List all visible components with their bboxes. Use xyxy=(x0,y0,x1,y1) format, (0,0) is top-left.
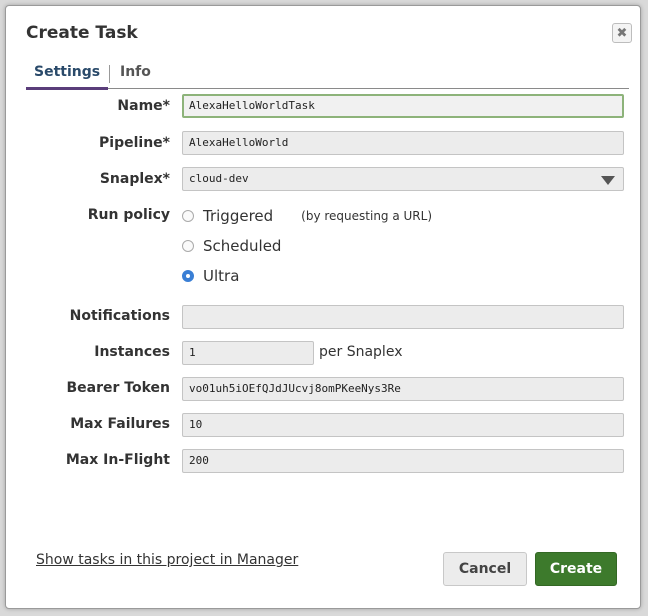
bearer-token-label: Bearer Token xyxy=(66,380,171,396)
max-failures-label: Max Failures xyxy=(70,416,170,432)
tab-divider xyxy=(109,65,110,83)
create-button[interactable]: Create xyxy=(535,552,617,586)
tab-info[interactable]: Info xyxy=(120,64,151,80)
max-failures-input[interactable]: 10 xyxy=(182,413,624,437)
pipeline-label: Pipeline* xyxy=(99,135,170,151)
radio-triggered[interactable] xyxy=(182,210,194,222)
show-tasks-in-manager-link[interactable]: Show tasks in this project in Manager xyxy=(36,552,298,568)
notifications-label: Notifications xyxy=(69,308,170,324)
snaplex-selected-value: cloud-dev xyxy=(189,172,249,185)
ultra-label: Ultra xyxy=(203,267,240,285)
triggered-label: Triggered xyxy=(203,207,274,225)
name-label: Name* xyxy=(117,98,170,114)
max-in-flight-input[interactable]: 200 xyxy=(182,449,624,473)
create-task-dialog: Create Task ✖ Settings Info Name* AlexaH… xyxy=(5,5,641,609)
instances-label: Instances xyxy=(94,344,170,360)
name-input[interactable]: AlexaHelloWorldTask xyxy=(182,94,624,118)
notifications-input[interactable] xyxy=(182,305,624,329)
max-in-flight-label: Max In-Flight xyxy=(65,452,170,468)
tab-settings[interactable]: Settings xyxy=(34,64,100,80)
triggered-hint: (by requesting a URL) xyxy=(301,209,433,223)
close-icon[interactable]: ✖ xyxy=(612,23,632,43)
instances-suffix: per Snaplex xyxy=(319,344,403,360)
snaplex-label: Snaplex* xyxy=(99,171,170,187)
dropdown-arrow-icon xyxy=(601,176,615,185)
run-policy-scheduled[interactable]: Scheduled xyxy=(182,237,281,255)
cancel-button[interactable]: Cancel xyxy=(443,552,527,586)
radio-ultra[interactable] xyxy=(182,270,194,282)
active-tab-indicator xyxy=(26,87,108,90)
run-policy-triggered[interactable]: Triggered (by requesting a URL) xyxy=(182,207,432,225)
bearer-token-input[interactable]: vo01uh5iOEfQJdJUcvj8omPKeeNys3Re xyxy=(182,377,624,401)
dialog-title: Create Task xyxy=(26,23,138,43)
instances-input[interactable]: 1 xyxy=(182,341,314,365)
run-policy-label: Run policy xyxy=(87,207,170,223)
snaplex-select[interactable]: cloud-dev xyxy=(182,167,624,191)
tab-bar: Settings Info xyxy=(26,62,629,90)
scheduled-label: Scheduled xyxy=(203,237,282,255)
radio-scheduled[interactable] xyxy=(182,240,194,252)
run-policy-ultra[interactable]: Ultra xyxy=(182,267,239,285)
pipeline-input[interactable]: AlexaHelloWorld xyxy=(182,131,624,155)
